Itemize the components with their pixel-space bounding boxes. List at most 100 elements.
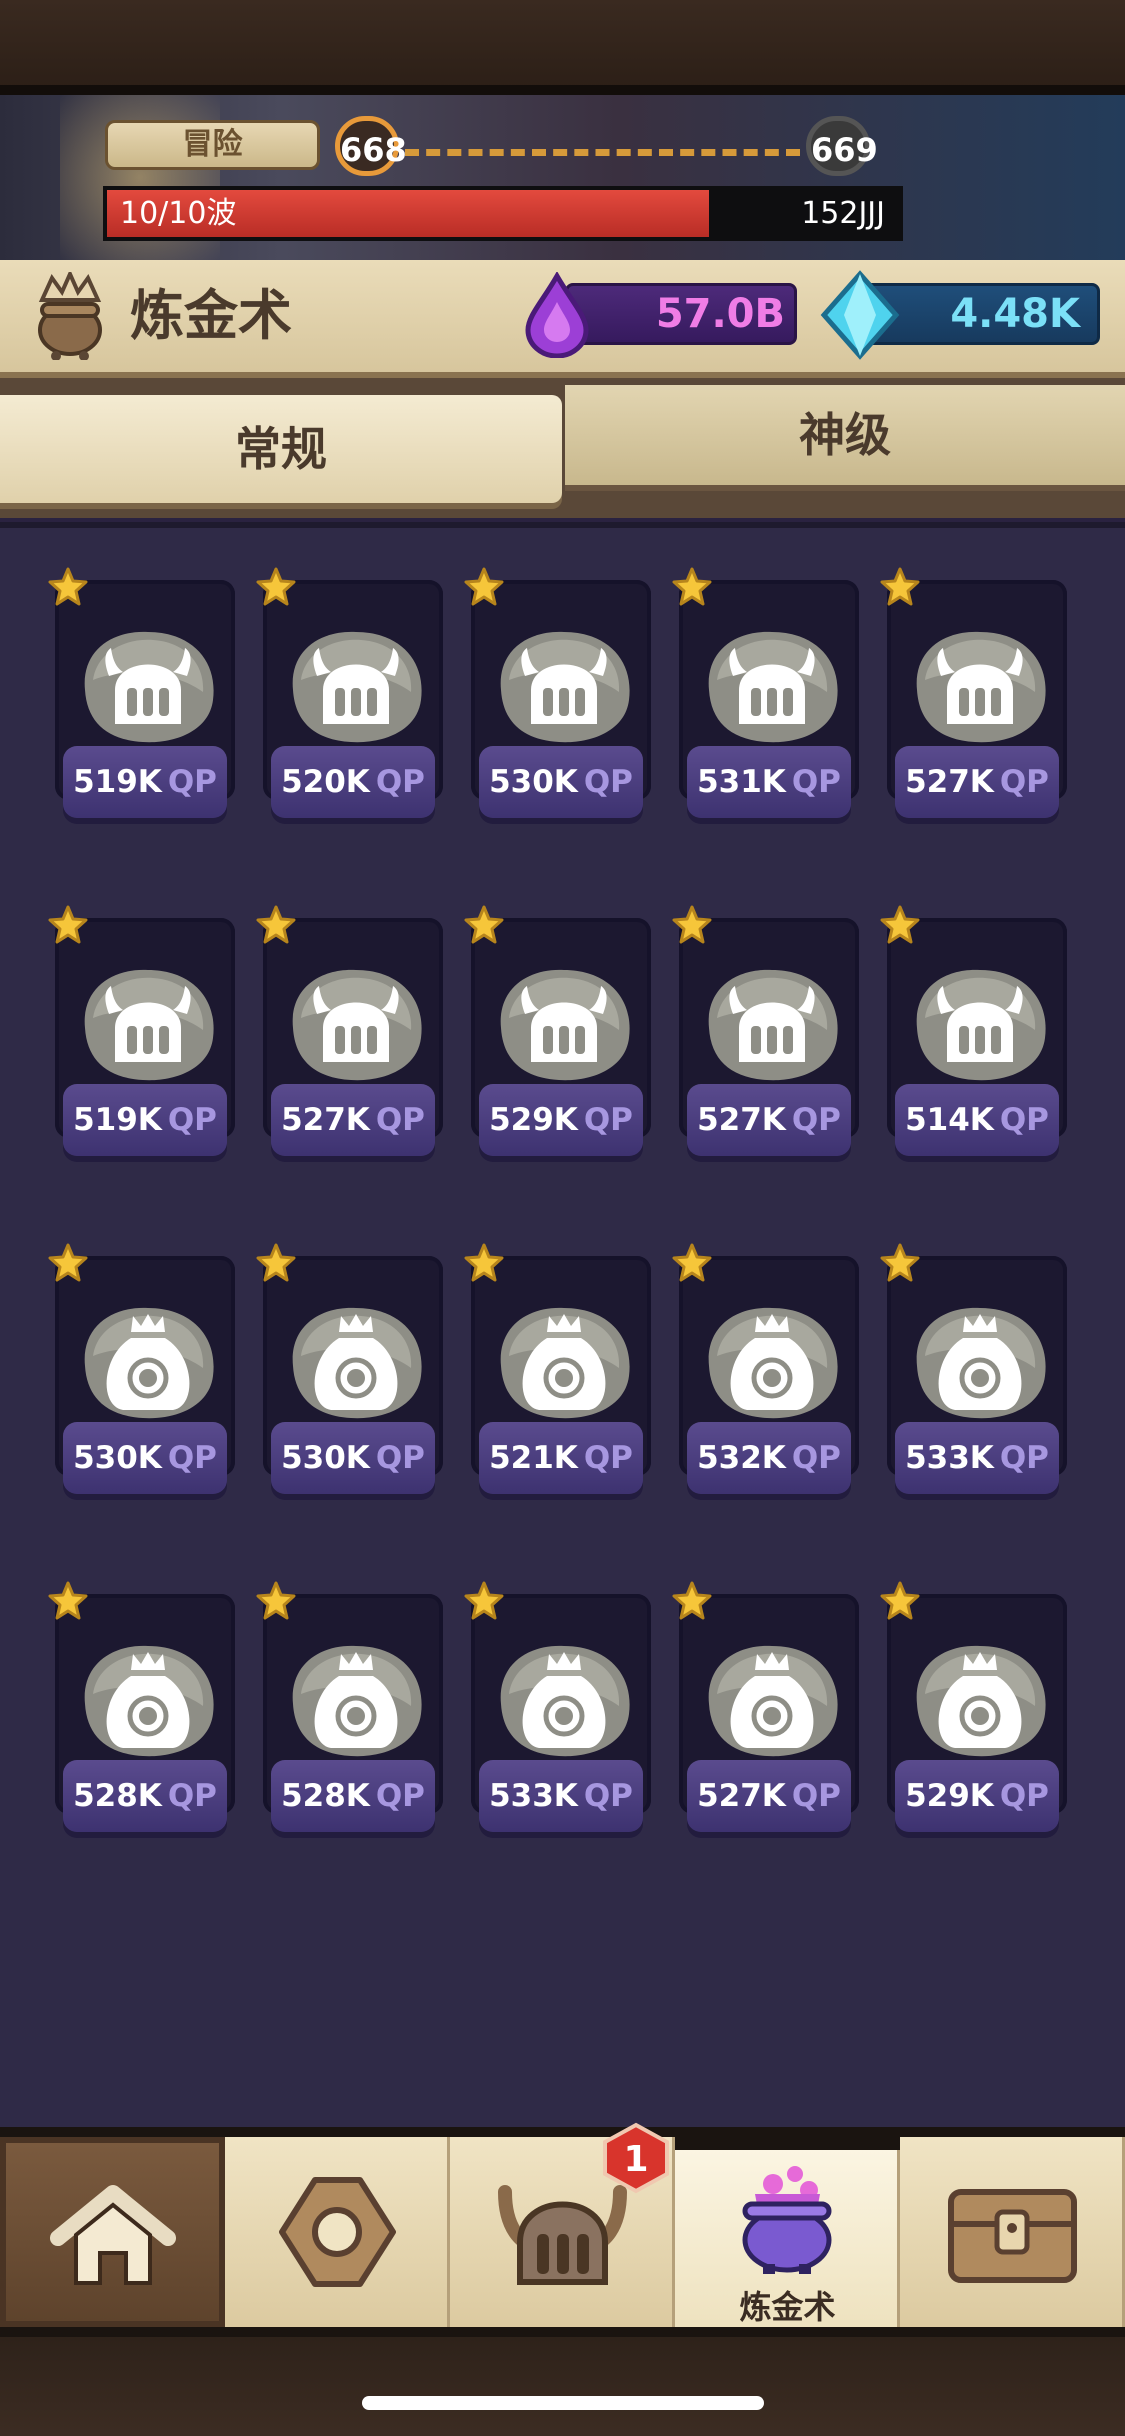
alchemy-item-helmet[interactable]: 519K QP	[48, 905, 235, 1170]
alchemy-item-bag[interactable]: 532K QP	[672, 1243, 859, 1508]
enemy-hp-value: 152JJJ	[801, 196, 885, 231]
alchemy-cauldron-icon	[742, 2166, 832, 2274]
home-icon	[50, 2185, 176, 2285]
alchemy-item-bag[interactable]: 528K QP	[256, 1581, 443, 1846]
alchemy-item-helmet[interactable]: 529K QP	[464, 905, 651, 1170]
qp-value-plate: 528K QP	[63, 1760, 227, 1832]
chest-icon	[948, 2189, 1077, 2283]
helmet-stone-icon	[708, 631, 838, 743]
tab-normal[interactable]: 常规	[0, 395, 562, 503]
qp-value: 533K	[489, 1778, 578, 1814]
nav-home-button[interactable]	[0, 2137, 225, 2327]
qp-value: 533K	[905, 1440, 994, 1476]
qp-unit: QP	[167, 764, 217, 800]
qp-unit: QP	[167, 1440, 217, 1476]
helmet-stone-icon	[84, 631, 214, 743]
star-icon	[256, 567, 296, 606]
qp-value-plate: 529K QP	[479, 1084, 643, 1156]
helmet-stone-icon	[916, 631, 1046, 743]
current-level-badge: 668	[335, 116, 407, 176]
nav-gear-button[interactable]	[225, 2137, 450, 2327]
qp-unit: QP	[583, 1440, 633, 1476]
nav-chest-button[interactable]	[900, 2137, 1125, 2327]
alchemy-item-grid: 519K QP 520K QP 530K QP 531K QP 527K QP 519K QP 527K…	[0, 522, 1125, 2133]
star-icon	[48, 1243, 88, 1282]
alchemy-item-bag[interactable]: 529K QP	[880, 1581, 1067, 1846]
qp-value-plate: 519K QP	[63, 1084, 227, 1156]
qp-value-plate: 530K QP	[479, 746, 643, 818]
alchemy-pot-icon	[38, 272, 102, 360]
alchemy-item-bag[interactable]: 533K QP	[880, 1243, 1067, 1508]
qp-unit: QP	[791, 1440, 841, 1476]
adventure-mode-label[interactable]: 冒险	[105, 120, 320, 170]
qp-value: 520K	[281, 764, 370, 800]
qp-value-plate: 531K QP	[687, 746, 851, 818]
alchemy-item-helmet[interactable]: 520K QP	[256, 567, 443, 832]
qp-unit: QP	[791, 1102, 841, 1138]
qp-unit: QP	[791, 1778, 841, 1814]
alchemy-item-bag[interactable]: 530K QP	[256, 1243, 443, 1508]
alchemy-item-helmet[interactable]: 531K QP	[672, 567, 859, 832]
qp-unit: QP	[999, 1440, 1049, 1476]
alchemy-item-helmet[interactable]: 514K QP	[880, 905, 1067, 1170]
qp-value-plate: 533K QP	[895, 1422, 1059, 1494]
star-icon	[464, 567, 504, 606]
money-bag-stone-icon	[916, 1307, 1046, 1419]
page-title: 炼金术	[130, 284, 292, 347]
qp-unit: QP	[167, 1778, 217, 1814]
qp-value: 521K	[489, 1440, 578, 1476]
qp-value-plate: 521K QP	[479, 1422, 643, 1494]
alchemy-item-helmet[interactable]: 527K QP	[256, 905, 443, 1170]
star-icon	[880, 1581, 920, 1620]
qp-unit: QP	[375, 1440, 425, 1476]
qp-value: 527K	[281, 1102, 370, 1138]
helmet-stone-icon	[84, 969, 214, 1081]
star-icon	[672, 567, 712, 606]
alchemy-item-bag[interactable]: 527K QP	[672, 1581, 859, 1846]
notification-badge: 1	[603, 2122, 669, 2194]
alchemy-item-bag[interactable]: 533K QP	[464, 1581, 651, 1846]
qp-value: 529K	[489, 1102, 578, 1138]
qp-unit: QP	[791, 764, 841, 800]
money-bag-stone-icon	[84, 1307, 214, 1419]
money-bag-stone-icon	[292, 1645, 422, 1757]
money-bag-stone-icon	[916, 1645, 1046, 1757]
qp-value-plate: 533K QP	[479, 1760, 643, 1832]
qp-value-plate: 527K QP	[687, 1760, 851, 1832]
qp-value-plate: 527K QP	[271, 1084, 435, 1156]
home-indicator[interactable]	[362, 2396, 764, 2410]
qp-value-plate: 532K QP	[687, 1422, 851, 1494]
qp-value: 531K	[697, 764, 786, 800]
money-bag-stone-icon	[708, 1645, 838, 1757]
alchemy-item-helmet[interactable]: 527K QP	[880, 567, 1067, 832]
alchemy-item-bag[interactable]: 530K QP	[48, 1243, 235, 1508]
qp-value: 519K	[73, 1102, 162, 1138]
badge-count: 1	[623, 2139, 648, 2180]
alchemy-item-helmet[interactable]: 519K QP	[48, 567, 235, 832]
qp-value-plate: 527K QP	[895, 746, 1059, 818]
helmet-stone-icon	[292, 969, 422, 1081]
alchemy-item-bag[interactable]: 521K QP	[464, 1243, 651, 1508]
qp-unit: QP	[583, 1102, 633, 1138]
helmet-stone-icon	[500, 631, 630, 743]
qp-value: 530K	[489, 764, 578, 800]
wave-counter: 10/10波	[120, 196, 237, 231]
qp-unit: QP	[375, 764, 425, 800]
qp-value: 530K	[73, 1440, 162, 1476]
tab-divine[interactable]: 神级	[565, 385, 1125, 485]
money-bag-stone-icon	[708, 1307, 838, 1419]
alchemy-item-bag[interactable]: 528K QP	[48, 1581, 235, 1846]
qp-value: 527K	[905, 764, 994, 800]
alchemy-item-helmet[interactable]: 530K QP	[464, 567, 651, 832]
qp-value-plate: 529K QP	[895, 1760, 1059, 1832]
qp-value: 527K	[697, 1102, 786, 1138]
money-bag-stone-icon	[292, 1307, 422, 1419]
qp-value: 514K	[905, 1102, 994, 1138]
qp-value-plate: 527K QP	[687, 1084, 851, 1156]
alchemy-item-helmet[interactable]: 527K QP	[672, 905, 859, 1170]
qp-value-plate: 520K QP	[271, 746, 435, 818]
gem-value: 4.48K	[950, 291, 1080, 337]
gear-icon	[279, 2177, 396, 2287]
star-icon	[256, 905, 296, 944]
helmet-stone-icon	[916, 969, 1046, 1081]
